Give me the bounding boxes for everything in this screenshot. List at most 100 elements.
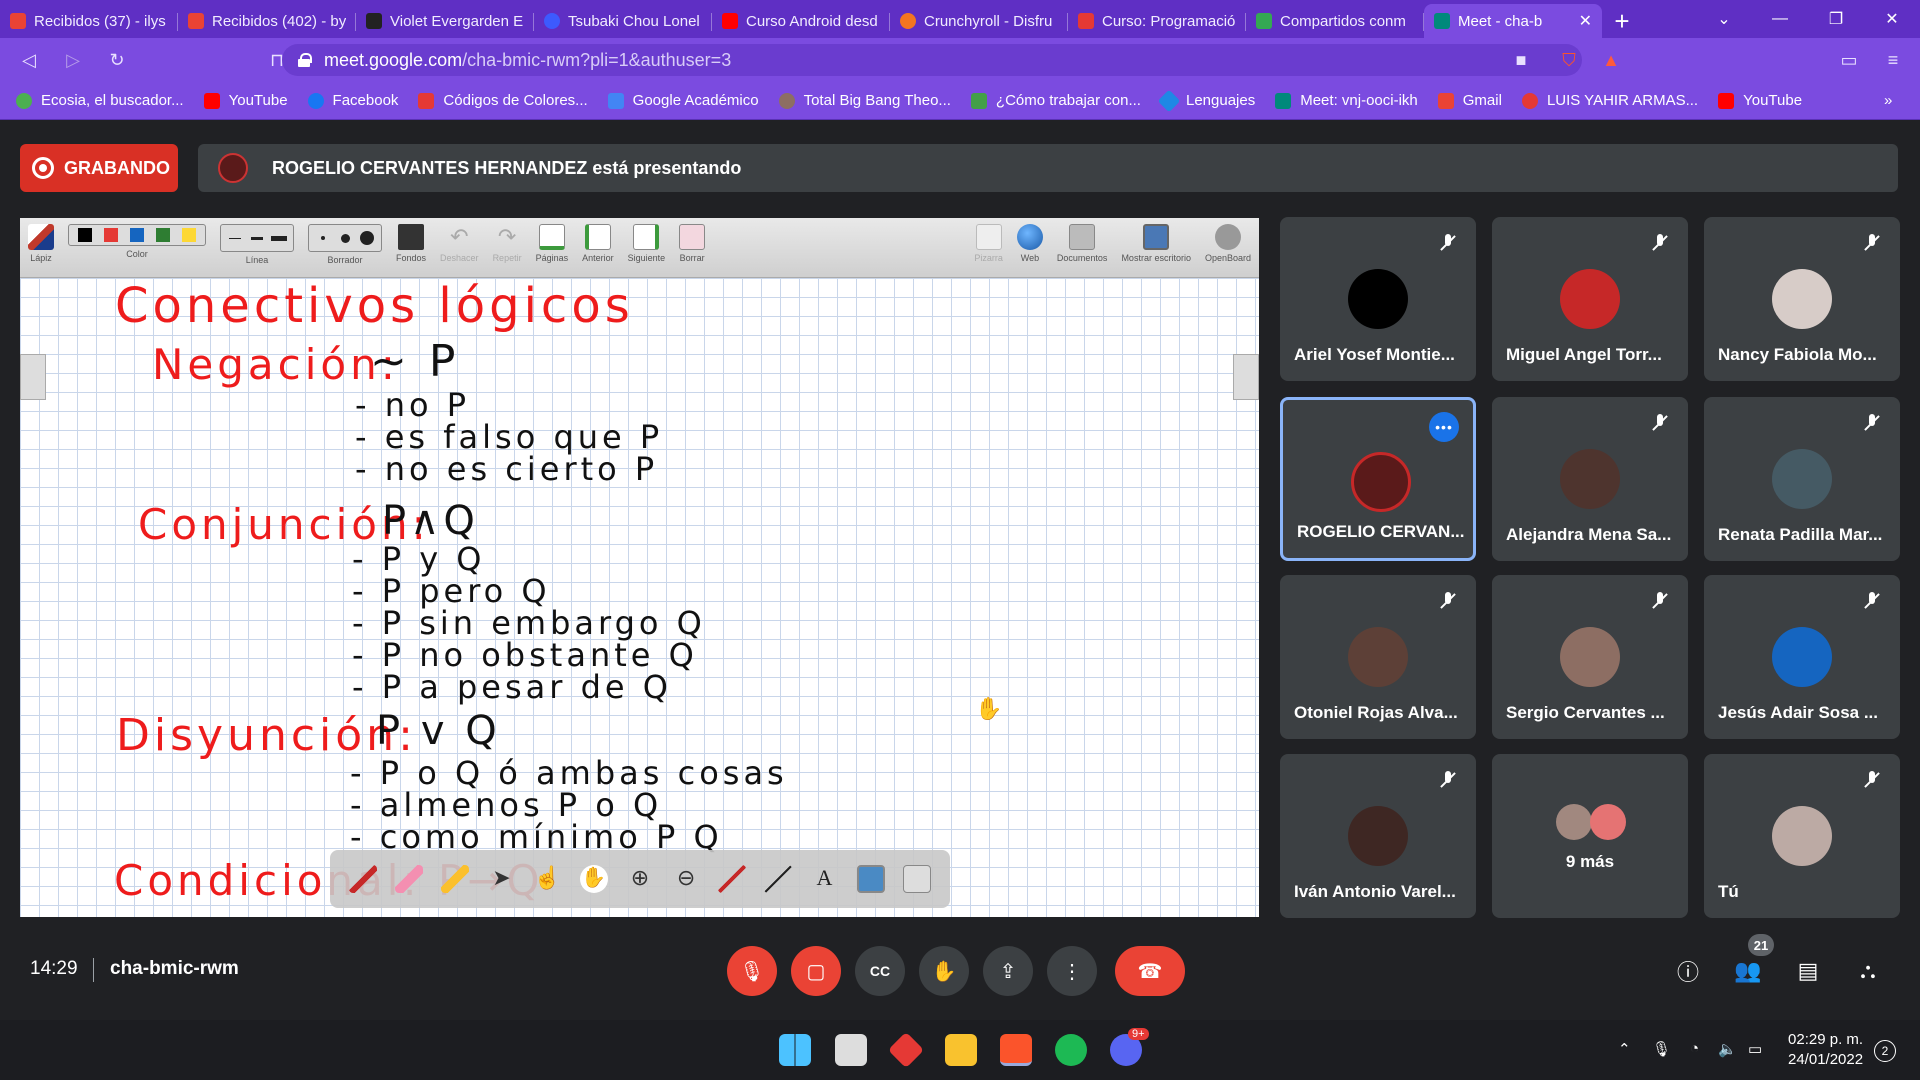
interact-icon[interactable]: ☝ [534, 865, 562, 893]
brave-rewards-icon[interactable]: ▲ [1594, 43, 1628, 77]
color-swatch-blue[interactable] [130, 228, 144, 242]
pen-icon[interactable] [349, 865, 378, 893]
menu-icon[interactable]: ≡ [1876, 43, 1910, 77]
tool-clear[interactable]: Borrar [679, 224, 706, 263]
notification-count[interactable]: 2 [1874, 1040, 1896, 1062]
color-swatch-black[interactable] [78, 228, 92, 242]
battery-icon[interactable]: ▭ [1748, 1040, 1762, 1058]
eraser-large[interactable] [356, 228, 378, 248]
minimize-button[interactable]: — [1752, 0, 1808, 38]
tool-web[interactable]: Web [1016, 224, 1043, 263]
windows-start-icon[interactable] [779, 1034, 811, 1066]
tab-gmail-1[interactable]: Recibidos (37) - ilys [0, 4, 178, 38]
tool-pencil[interactable]: Lápiz [28, 224, 54, 263]
bookmark-codigos[interactable]: Códigos de Colores... [418, 92, 588, 109]
tab-gmail-2[interactable]: Recibidos (402) - by [178, 4, 356, 38]
hand-tool-icon[interactable]: ✋ [579, 865, 608, 893]
taskbar-clock[interactable]: 02:29 p. m. 24/01/2022 [1788, 1030, 1863, 1070]
tool-pages[interactable]: Páginas [536, 224, 568, 263]
people-button[interactable]: 👥 [1727, 950, 1769, 992]
text-tool-icon[interactable]: A [810, 865, 838, 893]
wifi-icon[interactable]: ◔ [1690, 1040, 1699, 1057]
bookmark-como-trabajar[interactable]: ¿Cómo trabajar con... [970, 92, 1141, 109]
eraser-icon[interactable] [395, 865, 424, 893]
participant-tile[interactable]: ••• ROGELIO CERVAN... [1280, 397, 1476, 561]
new-tab-button[interactable]: + [1602, 4, 1642, 38]
close-window-button[interactable]: ✕ [1864, 0, 1920, 38]
line-tool-icon[interactable] [764, 865, 793, 893]
present-button[interactable]: ⇪ [983, 946, 1033, 996]
omnibox[interactable]: meet.google.com/cha-bmic-rwm?pli=1&authu… [282, 44, 1582, 76]
show-hidden-icons[interactable]: ⌃ [1618, 1040, 1631, 1058]
chat-button[interactable]: ▤ [1787, 950, 1829, 992]
more-options-button[interactable]: ⋮ [1047, 946, 1097, 996]
bookmark-luis[interactable]: LUIS YAHIR ARMAS... [1521, 92, 1698, 109]
camera-icon[interactable]: ■ [1504, 43, 1538, 77]
participant-tile[interactable]: Alejandra Mena Sa... [1492, 397, 1688, 561]
highlighter-icon[interactable] [441, 865, 470, 893]
app-icon[interactable] [887, 1031, 925, 1069]
bookmark-meet[interactable]: Meet: vnj-ooci-ikh [1275, 92, 1418, 109]
participant-tile[interactable]: Tú [1704, 754, 1900, 918]
participant-tile[interactable]: Renata Padilla Mar... [1704, 397, 1900, 561]
tool-desktop[interactable]: Mostrar escritorio [1121, 224, 1191, 263]
selector-icon[interactable]: ➤ [487, 865, 515, 893]
participant-tile[interactable]: Nancy Fabiola Mo... [1704, 217, 1900, 381]
bookmark-youtube[interactable]: YouTube [203, 92, 288, 109]
participant-tile[interactable]: Ariel Yosef Montie... [1280, 217, 1476, 381]
participant-tile[interactable]: Jesús Adair Sosa ... [1704, 575, 1900, 739]
zoom-in-icon[interactable]: ⊕ [626, 865, 654, 893]
tab-crunchyroll[interactable]: Crunchyroll - Disfru [890, 4, 1068, 38]
tab-tsubaki[interactable]: Tsubaki Chou Lonel [534, 4, 712, 38]
bookmark-gmail[interactable]: Gmail [1437, 92, 1502, 109]
raise-hand-button[interactable]: ✋ [919, 946, 969, 996]
keyboard-icon[interactable] [902, 865, 931, 893]
reload-button[interactable]: ↻ [100, 43, 134, 77]
file-explorer-icon[interactable] [945, 1034, 977, 1066]
activities-button[interactable]: ⛬ [1847, 950, 1889, 992]
line-medium[interactable] [246, 228, 268, 248]
color-swatch-yellow[interactable] [182, 228, 196, 242]
forward-button[interactable]: ▷ [56, 43, 90, 77]
bookmark-facebook[interactable]: Facebook [307, 92, 398, 109]
task-view-icon[interactable] [835, 1034, 867, 1066]
line-thin[interactable] [224, 228, 246, 248]
participant-tile[interactable]: Sergio Cervantes ... [1492, 575, 1688, 739]
recording-indicator[interactable]: GRABANDO [20, 144, 178, 192]
tool-eraser[interactable]: Borrador [308, 224, 382, 265]
maximize-button[interactable]: ❐ [1808, 0, 1864, 38]
bookmark-bigbang[interactable]: Total Big Bang Theo... [778, 92, 951, 109]
eraser-small[interactable] [312, 228, 334, 248]
tool-color[interactable]: Color [68, 224, 206, 259]
line-thick[interactable] [268, 228, 290, 248]
tab-violet[interactable]: Violet Evergarden E [356, 4, 534, 38]
close-tab-icon[interactable]: ✕ [1579, 11, 1592, 31]
color-swatch-green[interactable] [156, 228, 170, 242]
tool-backgrounds[interactable]: Fondos [396, 224, 426, 263]
volume-icon[interactable]: 🔈 [1718, 1040, 1737, 1058]
participant-tile[interactable]: Miguel Angel Torr... [1492, 217, 1688, 381]
whiteboard-canvas[interactable]: Conectivos lógicos Negación: ∼ P - no P … [20, 278, 1259, 917]
tab-drive[interactable]: Compartidos conm [1246, 4, 1424, 38]
bookmark-lenguajes[interactable]: Lenguajes [1157, 89, 1255, 112]
laser-pointer-icon[interactable] [718, 865, 747, 893]
tab-curso[interactable]: Curso: Programació [1068, 4, 1246, 38]
tool-redo[interactable]: ↷ Repetir [493, 224, 522, 263]
tool-next[interactable]: Siguiente [628, 224, 665, 263]
tool-board[interactable]: Pizarra [974, 224, 1003, 263]
bookmark-youtube-2[interactable]: YouTube [1718, 92, 1802, 109]
back-button[interactable]: ◁ [12, 43, 46, 77]
tool-line[interactable]: Línea [220, 224, 294, 265]
mic-off-button[interactable]: 🎙 [727, 946, 777, 996]
bookmark-scholar[interactable]: Google Académico [607, 92, 759, 109]
tool-previous[interactable]: Anterior [582, 224, 614, 263]
camera-off-button[interactable]: ▢ [791, 946, 841, 996]
tab-youtube[interactable]: Curso Android desd [712, 4, 890, 38]
color-swatch-red[interactable] [104, 228, 118, 242]
leave-call-button[interactable]: ☎ [1115, 946, 1185, 996]
participant-tile[interactable]: 9 más [1492, 754, 1688, 918]
wallet-icon[interactable]: ▭ [1832, 43, 1866, 77]
tab-search-button[interactable]: ⌄ [1696, 0, 1752, 38]
captions-button[interactable]: CC [855, 946, 905, 996]
bookmark-ecosia[interactable]: Ecosia, el buscador... [16, 92, 184, 109]
